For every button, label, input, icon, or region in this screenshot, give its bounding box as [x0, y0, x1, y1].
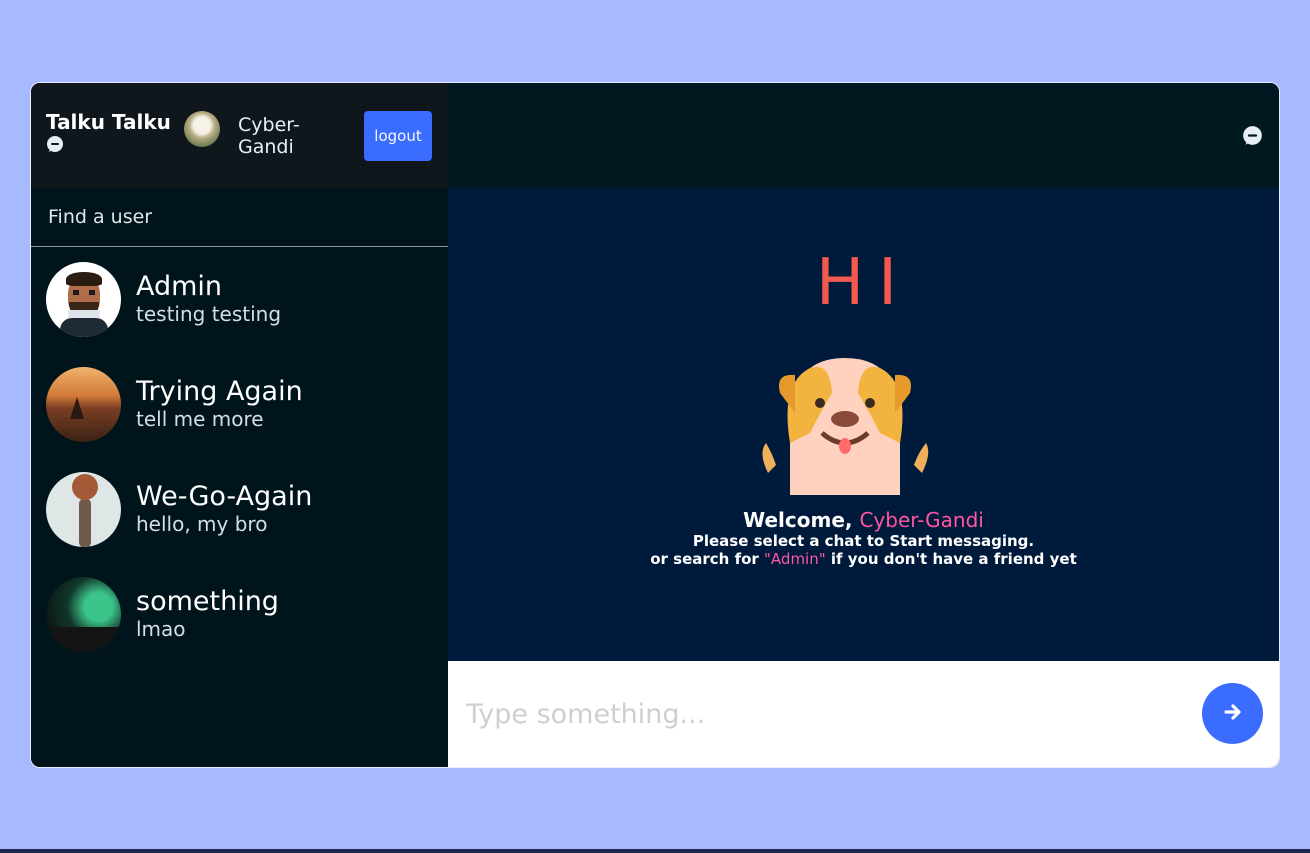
welcome-message: Welcome, Cyber-Gandi [448, 508, 1279, 532]
dog-illustration [762, 358, 929, 495]
logout-button[interactable]: logout [364, 111, 432, 161]
chat-bubble-icon [46, 135, 64, 157]
avatar [46, 367, 121, 442]
chat-last-message: testing testing [136, 302, 282, 326]
sidebar: Talku Talku Cyber-Gandi logout Admin tes… [31, 83, 448, 767]
message-composer [448, 661, 1279, 767]
chat-list-item[interactable]: We-Go-Again hello, my bro [31, 457, 448, 562]
brand-title: Talku Talku [46, 110, 171, 134]
search-input[interactable] [31, 188, 448, 246]
chat-name: something [136, 586, 279, 617]
welcome-username: Cyber-Gandi [859, 508, 984, 532]
hint-suffix: if you don't have a friend yet [825, 550, 1077, 568]
chat-name: Trying Again [136, 376, 303, 407]
send-button[interactable] [1202, 683, 1263, 744]
arrow-right-icon [1223, 702, 1243, 725]
chat-last-message: hello, my bro [136, 512, 268, 536]
sidebar-header: Talku Talku Cyber-Gandi logout [31, 83, 448, 188]
chat-list-item[interactable]: something lmao [31, 562, 448, 667]
page-bottom-strip [0, 849, 1310, 853]
hint-prefix: or search for [650, 550, 765, 568]
user-search [31, 188, 448, 247]
welcome-screen: HI Welcome, Cyber-Gandi Please select a … [448, 188, 1279, 662]
welcome-greeting: Welcome, [743, 508, 860, 532]
chat-last-message: tell me more [136, 407, 264, 431]
hi-heading: HI [816, 246, 911, 320]
chat-header [448, 83, 1279, 188]
hint-highlight: "Admin" [764, 550, 826, 568]
chat-list: Admin testing testing Trying Again tell … [31, 247, 448, 667]
welcome-hint: or search for "Admin" if you don't have … [448, 550, 1279, 568]
chat-name: Admin [136, 271, 223, 302]
welcome-instruction: Please select a chat to Start messaging. [692, 532, 1035, 550]
message-input[interactable] [466, 689, 1186, 739]
chat-app: Talku Talku Cyber-Gandi logout Admin tes… [30, 82, 1280, 768]
avatar [46, 577, 121, 652]
avatar [46, 472, 121, 547]
avatar [46, 262, 121, 337]
brand: Talku Talku [46, 111, 176, 157]
chat-list-item[interactable]: Admin testing testing [31, 247, 448, 352]
current-user-name: Cyber-Gandi [238, 114, 300, 158]
current-user-avatar[interactable] [184, 111, 220, 147]
chat-list-item[interactable]: Trying Again tell me more [31, 352, 448, 457]
chat-bubble-icon[interactable] [1242, 125, 1263, 150]
chat-panel: HI Welcome, Cyber-Gandi Please select a … [448, 83, 1279, 767]
chat-name: We-Go-Again [136, 481, 313, 512]
chat-last-message: lmao [136, 617, 186, 641]
